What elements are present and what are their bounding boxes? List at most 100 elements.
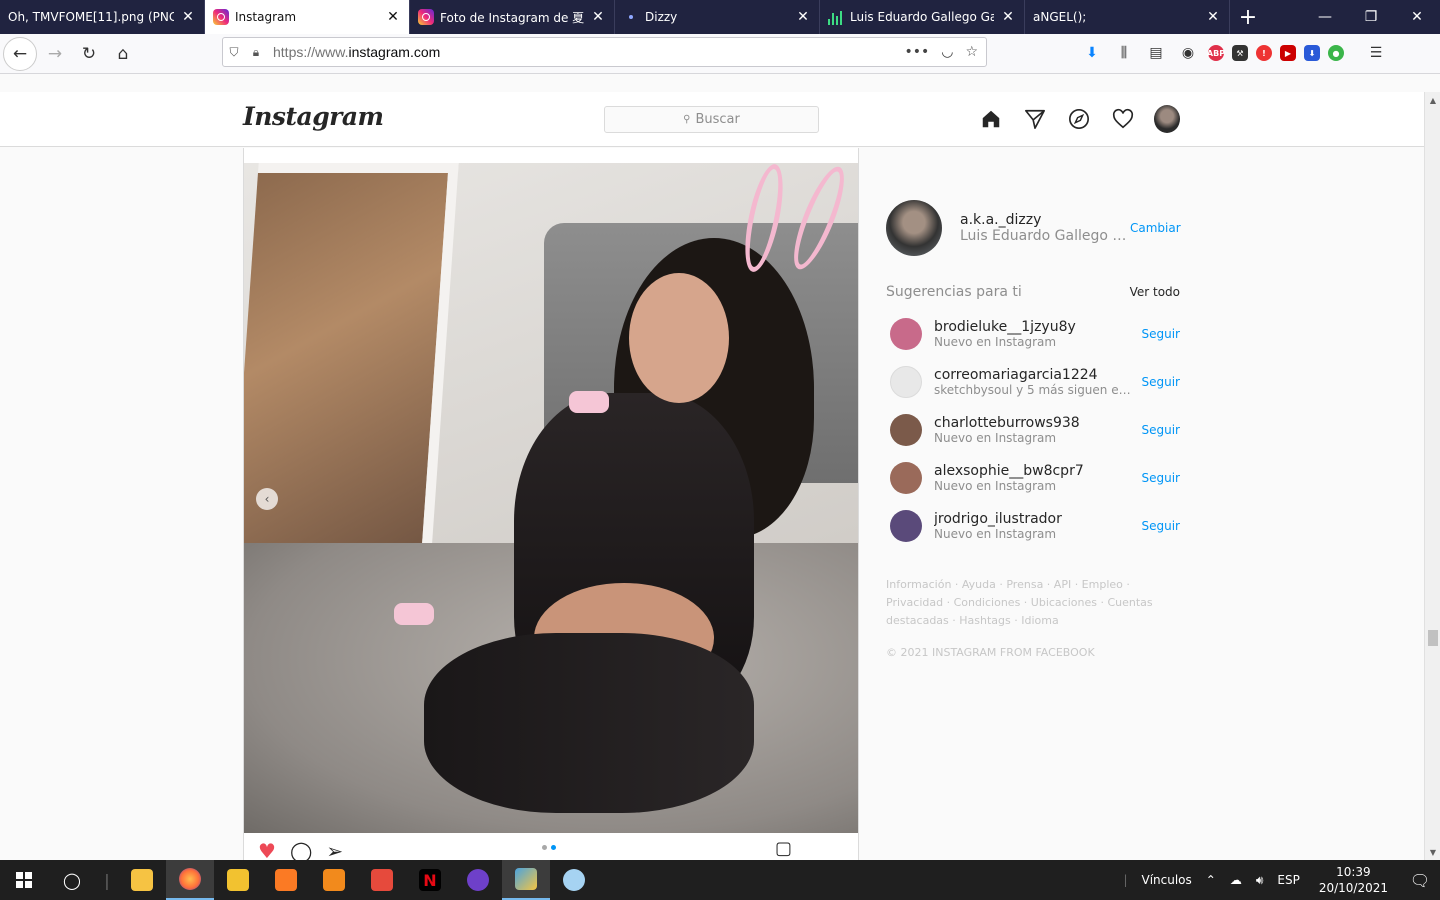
youtube-icon[interactable]: ▶ (1280, 45, 1296, 61)
links-toolbar[interactable]: Vínculos (1134, 873, 1198, 887)
sublime-button[interactable] (310, 860, 358, 900)
pocket-icon[interactable]: ◡ (941, 44, 953, 60)
close-tab-icon[interactable]: ✕ (385, 9, 401, 25)
instagram-icon (213, 9, 229, 25)
direct-message-icon[interactable] (1022, 105, 1048, 133)
menu-icon[interactable]: ☰ (1364, 38, 1388, 68)
avatar[interactable] (890, 366, 922, 398)
browser-tab-active[interactable]: Instagram ✕ (205, 0, 410, 34)
chevron-up-icon[interactable]: ⌃ (1199, 873, 1223, 887)
profile-avatar[interactable] (1154, 105, 1180, 133)
paint-button[interactable] (550, 860, 598, 900)
firefox-button[interactable] (166, 860, 214, 900)
carousel-prev-button[interactable]: ‹ (256, 488, 278, 510)
arrow-right-icon: → (47, 43, 63, 64)
follow-button[interactable]: Seguir (1142, 327, 1181, 341)
see-all-button[interactable]: Ver todo (1130, 285, 1180, 299)
forward-button[interactable]: → (39, 38, 71, 70)
extension-icon[interactable]: ● (1328, 45, 1344, 61)
avatar[interactable] (886, 200, 942, 256)
file-explorer-button[interactable] (118, 860, 166, 900)
avatar[interactable] (890, 318, 922, 350)
post-photo[interactable]: ‹ (244, 163, 858, 833)
suggestion-username[interactable]: brodieluke__1jzyu8y (934, 319, 1142, 335)
instagram-logo[interactable]: Instagram (243, 102, 384, 131)
language-indicator[interactable]: ESP (1270, 873, 1306, 887)
scroll-up-icon[interactable]: ▲ (1425, 92, 1440, 108)
popcorn-button[interactable] (358, 860, 406, 900)
network-icon[interactable]: ☁ (1223, 873, 1249, 887)
close-tab-icon[interactable]: ✕ (795, 9, 811, 25)
shield-icon[interactable]: ⛉ (223, 45, 245, 60)
extension-icon[interactable]: ⬇ (1304, 45, 1320, 61)
suggestion-username[interactable]: alexsophie__bw8cpr7 (934, 463, 1142, 479)
scroll-down-icon[interactable]: ▼ (1425, 844, 1440, 860)
close-window-button[interactable]: ✕ (1394, 0, 1440, 34)
maximize-button[interactable]: ❐ (1348, 0, 1394, 34)
minimize-button[interactable]: — (1302, 0, 1348, 34)
avatar[interactable] (890, 462, 922, 494)
follow-button[interactable]: Seguir (1142, 471, 1181, 485)
avatar[interactable] (890, 510, 922, 542)
sidebar-icon[interactable]: ▤ (1144, 38, 1168, 68)
suggestion-subtitle: Nuevo en Instagram (934, 431, 1057, 445)
follow-button[interactable]: Seguir (1142, 375, 1181, 389)
back-button[interactable]: ← (3, 36, 37, 71)
home-button[interactable]: ⌂ (107, 38, 139, 70)
suggestion-username[interactable]: charlotteburrows938 (934, 415, 1142, 431)
switch-account-button[interactable]: Cambiar (1130, 221, 1181, 235)
suggestion-username[interactable]: correomariagarcia1224 (934, 367, 1142, 383)
clock[interactable]: 10:39 20/10/2021 (1307, 864, 1400, 896)
explore-icon[interactable] (1066, 105, 1092, 133)
photos-button[interactable] (502, 860, 550, 900)
browser-tab[interactable]: aNGEL(); ✕ (1025, 0, 1230, 34)
bookmark-star-icon[interactable]: ☆ (965, 44, 978, 60)
activity-heart-icon[interactable] (1110, 105, 1136, 133)
url-text[interactable]: https://www.instagram.com (273, 44, 440, 60)
start-button[interactable] (0, 860, 48, 900)
suggestion-username[interactable]: jrodrigo_ilustrador (934, 511, 1142, 527)
current-username[interactable]: a.k.a._dizzy (960, 212, 1130, 228)
follow-button[interactable]: Seguir (1142, 519, 1181, 533)
close-tab-icon[interactable]: ✕ (1205, 9, 1221, 25)
page-scrollbar[interactable]: ▲ ▼ (1424, 92, 1440, 860)
library-icon[interactable]: ⫼ (1112, 38, 1136, 68)
close-tab-icon[interactable]: ✕ (590, 9, 606, 25)
taskbar-divider: | (104, 870, 110, 890)
extension-icon[interactable]: ! (1256, 45, 1272, 61)
search-input[interactable]: ⚲ Buscar (604, 106, 819, 133)
follow-button[interactable]: Seguir (1142, 423, 1181, 437)
notification-center-icon[interactable]: 🗨︎ (1400, 871, 1440, 890)
app-button[interactable] (214, 860, 262, 900)
url-bar[interactable]: ⛉ 🔒︎ https://www.instagram.com ••• ◡ ☆ (222, 37, 987, 67)
xampp-button[interactable] (262, 860, 310, 900)
home-icon[interactable] (978, 105, 1004, 133)
close-tab-icon[interactable]: ✕ (1000, 9, 1016, 25)
browser-tab-strip: Oh, TMVFOME[11].png (PNG Im ✕ Instagram … (0, 0, 1440, 34)
save-bookmark-icon[interactable]: ▢ (775, 838, 792, 859)
reload-button[interactable]: ↻ (73, 38, 105, 70)
account-icon[interactable]: ◉ (1176, 38, 1200, 68)
close-tab-icon[interactable]: ✕ (180, 9, 196, 25)
like-heart-icon[interactable]: ♥ (258, 839, 276, 860)
github-button[interactable] (454, 860, 502, 900)
tab-title: Oh, TMVFOME[11].png (PNG Im (8, 10, 174, 24)
netflix-button[interactable]: N (406, 860, 454, 900)
browser-tab[interactable]: Foto de Instagram de 夏蓝 ✕ (410, 0, 615, 34)
volume-icon[interactable]: 🔊︎ (1249, 873, 1271, 888)
download-icon[interactable]: ⬇ (1080, 38, 1104, 68)
comment-icon[interactable]: ◯ (290, 839, 312, 860)
scroll-thumb[interactable] (1428, 630, 1438, 646)
browser-tab[interactable]: Dizzy ✕ (615, 0, 820, 34)
footer-links[interactable]: Información · Ayuda · Prensa · API · Emp… (886, 576, 1176, 630)
new-tab-button[interactable]: + (1230, 0, 1266, 34)
share-icon[interactable]: ➢ (326, 839, 343, 860)
avatar[interactable] (890, 414, 922, 446)
browser-tab[interactable]: Oh, TMVFOME[11].png (PNG Im ✕ (0, 0, 205, 34)
adblock-icon[interactable]: ABP (1207, 45, 1225, 61)
browser-tab[interactable]: Luis Eduardo Gallego Garcí ✕ (820, 0, 1025, 34)
extension-icon[interactable]: ⚒ (1232, 45, 1248, 61)
lock-icon[interactable]: 🔒︎ (245, 45, 267, 60)
cortana-button[interactable]: ◯ (48, 860, 96, 900)
page-actions-icon[interactable]: ••• (904, 44, 929, 60)
